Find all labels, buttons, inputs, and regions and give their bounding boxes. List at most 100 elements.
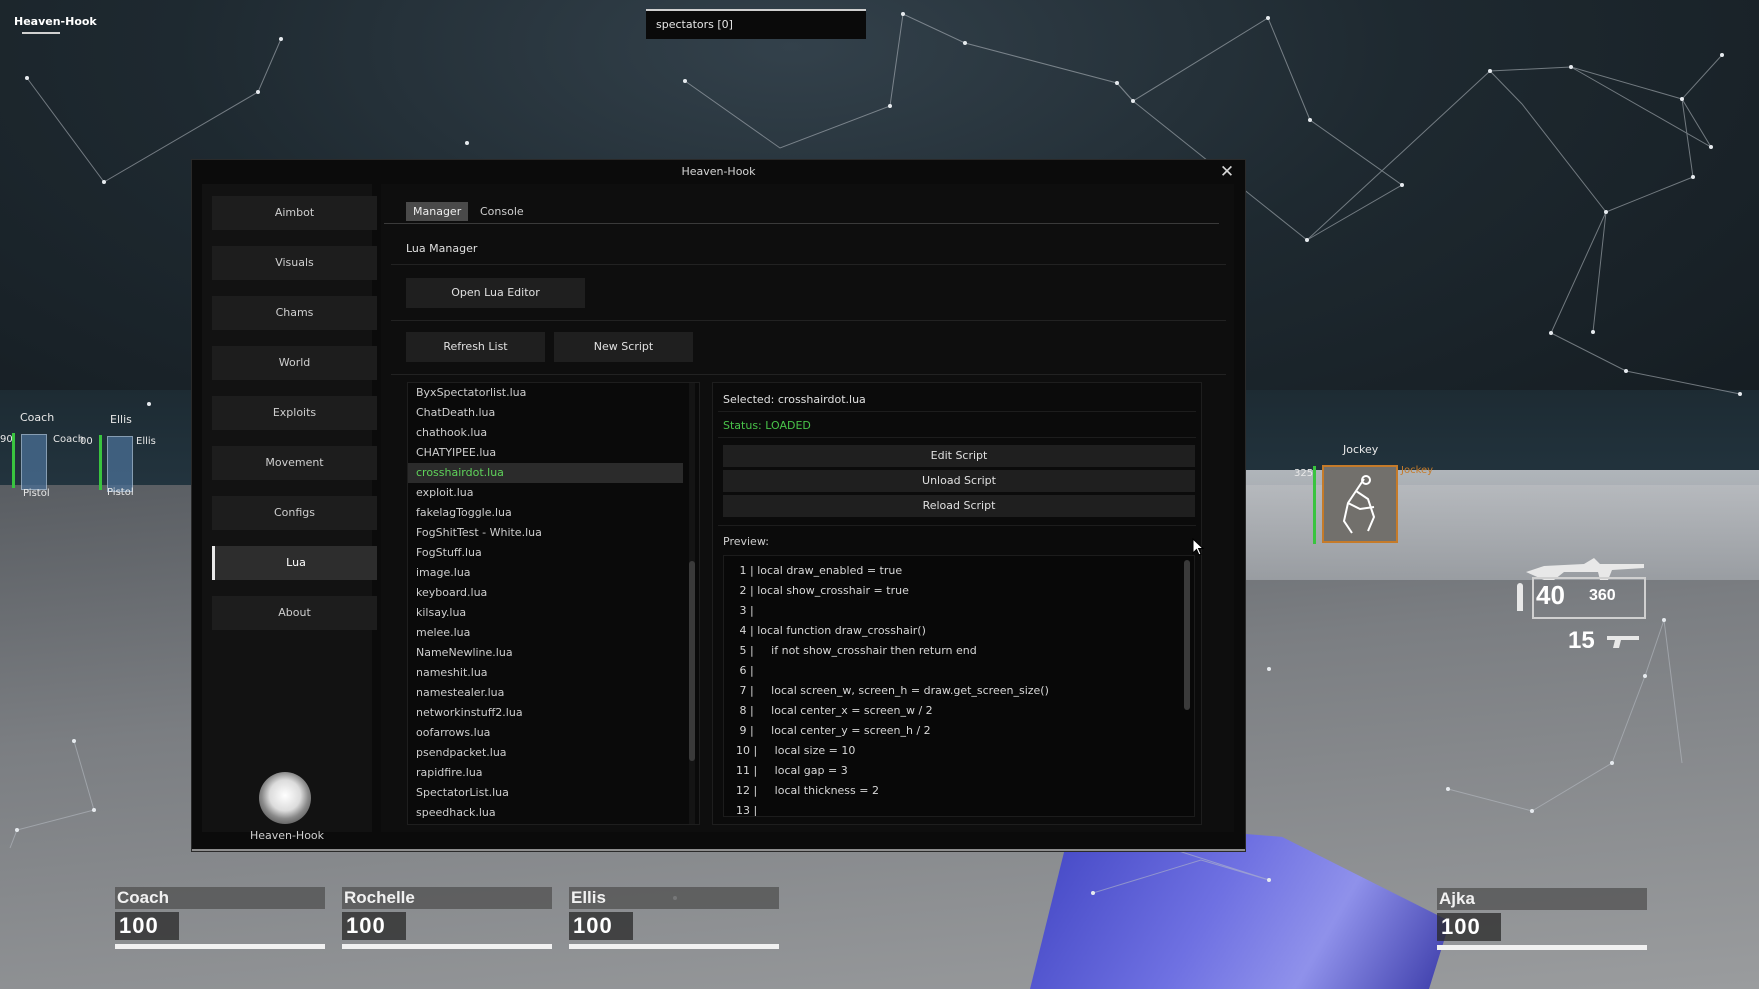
- team-health-bar: [1437, 945, 1647, 950]
- heaven-hook-window[interactable]: Heaven-Hook ✕ Aimbot Visuals Chams World…: [191, 159, 1246, 852]
- survivor-tag-name: Coach: [20, 411, 55, 424]
- script-list-item[interactable]: crosshairdot.lua: [408, 463, 683, 483]
- code-line: 6 |: [736, 664, 754, 677]
- bullet-icon: [1517, 583, 1523, 611]
- script-list-item[interactable]: kilsay.lua: [408, 603, 683, 623]
- script-list-item[interactable]: NameNewline.lua: [408, 643, 683, 663]
- script-detail-panel: Selected: crosshairdot.lua Status: LOADE…: [712, 382, 1202, 825]
- window-bottom-border: [192, 849, 1245, 851]
- refresh-list-button[interactable]: Refresh List: [406, 332, 545, 362]
- survivor-side-number: 00: [80, 436, 93, 447]
- overlay-app-name: Heaven-Hook: [14, 15, 97, 28]
- team-health-bar: [115, 944, 325, 949]
- team-health-bar: [569, 944, 779, 949]
- script-list-item[interactable]: chathook.lua: [408, 423, 683, 443]
- tab-console[interactable]: Console: [473, 202, 531, 221]
- script-list-item[interactable]: ChatDeath.lua: [408, 403, 683, 423]
- tab-manager[interactable]: Manager: [406, 202, 469, 221]
- divider: [391, 264, 1226, 265]
- team-name: Rochelle: [344, 888, 415, 907]
- mouse-cursor-icon: [1192, 538, 1204, 556]
- team-name: Ellis: [571, 888, 606, 907]
- code-line: 8 | local center_x = screen_w / 2: [736, 704, 933, 717]
- sidebar-item-lua[interactable]: Lua: [212, 546, 377, 580]
- team-hp: 100: [346, 913, 386, 938]
- divider: [718, 525, 1196, 526]
- team-health-bar: [342, 944, 552, 949]
- code-line: 5 | if not show_crosshair then return en…: [736, 644, 977, 657]
- reload-script-button[interactable]: Reload Script: [723, 495, 1195, 517]
- script-list-item[interactable]: oofarrows.lua: [408, 723, 683, 743]
- sidebar-item-chams[interactable]: Chams: [212, 296, 377, 330]
- script-list-item[interactable]: FogShitTest - White.lua: [408, 523, 683, 543]
- team-name: Ajka: [1439, 889, 1475, 908]
- script-list-item[interactable]: rapidfire.lua: [408, 763, 683, 783]
- ammo-clip: 40: [1536, 580, 1565, 610]
- script-list-item[interactable]: melee.lua: [408, 623, 683, 643]
- script-list-scrollbar-thumb[interactable]: [689, 561, 695, 761]
- script-list-item[interactable]: exploit.lua: [408, 483, 683, 503]
- ammo-secondary: 15: [1568, 627, 1595, 654]
- close-icon[interactable]: ✕: [1217, 162, 1237, 182]
- code-line: 4 | local function draw_crosshair(): [736, 624, 926, 637]
- jockey-esp-box: [1322, 465, 1398, 543]
- divider: [391, 374, 1226, 375]
- overlay-app-underline: [22, 32, 60, 34]
- script-list-item[interactable]: SpectatorList.lua: [408, 783, 683, 803]
- code-line: 7 | local screen_w, screen_h = draw.get_…: [736, 684, 1049, 697]
- survivor-tag-name: Ellis: [110, 413, 132, 426]
- divider: [718, 411, 1196, 412]
- team-name: Coach: [117, 888, 169, 907]
- script-list-item[interactable]: fakelagToggle.lua: [408, 503, 683, 523]
- survivor-side-number: 90: [0, 434, 13, 445]
- code-preview-scrollbar[interactable]: [1184, 560, 1190, 710]
- divider: [718, 437, 1196, 438]
- script-list-item[interactable]: FogStuff.lua: [408, 543, 683, 563]
- script-list-item[interactable]: keyboard.lua: [408, 583, 683, 603]
- code-line: 13 |: [736, 804, 758, 817]
- sidebar-item-exploits[interactable]: Exploits: [212, 396, 377, 430]
- script-list-item[interactable]: image.lua: [408, 563, 683, 583]
- code-line: 3 |: [736, 604, 754, 617]
- pistol-icon: [1607, 636, 1639, 648]
- edit-script-button[interactable]: Edit Script: [723, 445, 1195, 467]
- script-list-item[interactable]: psendpacket.lua: [408, 743, 683, 763]
- unload-script-button[interactable]: Unload Script: [723, 470, 1195, 492]
- sidebar-brand: Heaven-Hook: [249, 829, 325, 842]
- script-list-item[interactable]: namestealer.lua: [408, 683, 683, 703]
- code-line: 2 | local show_crosshair = true: [736, 584, 909, 597]
- survivor-health-bar: [99, 435, 102, 490]
- code-line: 1 | local draw_enabled = true: [736, 564, 903, 577]
- code-line: 9 | local center_y = screen_h / 2: [736, 724, 931, 737]
- code-line: 12 | local thickness = 2: [736, 784, 879, 797]
- script-list-item[interactable]: networkinstuff2.lua: [408, 703, 683, 723]
- sidebar-item-aimbot[interactable]: Aimbot: [212, 196, 377, 230]
- survivor-weapon: Pistol: [23, 488, 50, 499]
- sidebar-item-visuals[interactable]: Visuals: [212, 246, 377, 280]
- section-title: Lua Manager: [406, 242, 478, 255]
- ammo-reserve: 360: [1589, 587, 1616, 604]
- team-card-ajka: Ajka 100: [1437, 888, 1647, 954]
- jockey-health-bar: [1313, 466, 1316, 544]
- sidebar-item-world[interactable]: World: [212, 346, 377, 380]
- code-line: 11 | local gap = 3: [736, 764, 848, 777]
- script-list[interactable]: ByxSpectatorlist.lua ChatDeath.lua chathoo…: [407, 382, 700, 825]
- sidebar-item-configs[interactable]: Configs: [212, 496, 377, 530]
- divider: [391, 320, 1226, 321]
- code-preview[interactable]: 1 | local draw_enabled = true 2 | local …: [723, 555, 1195, 817]
- script-list-item[interactable]: CHATYIPEE.lua: [408, 443, 683, 463]
- team-hp: 100: [119, 913, 159, 938]
- script-list-item[interactable]: speedhack.lua: [408, 803, 683, 823]
- lua-content-area: Manager Console Lua Manager Open Lua Edi…: [381, 184, 1234, 832]
- script-status: Status: LOADED: [723, 419, 811, 432]
- script-list-item[interactable]: nameshit.lua: [408, 663, 683, 683]
- code-line: 10 | local size = 10: [736, 744, 856, 757]
- sidebar-item-movement[interactable]: Movement: [212, 446, 377, 480]
- sidebar-item-about[interactable]: About: [212, 596, 377, 630]
- script-list-item[interactable]: ByxSpectatorlist.lua: [408, 383, 683, 403]
- team-hp: 100: [573, 913, 613, 938]
- tab-divider: [384, 223, 1219, 224]
- open-lua-editor-button[interactable]: Open Lua Editor: [406, 278, 585, 308]
- spectators-list: spectators [0]: [646, 9, 866, 39]
- new-script-button[interactable]: New Script: [554, 332, 693, 362]
